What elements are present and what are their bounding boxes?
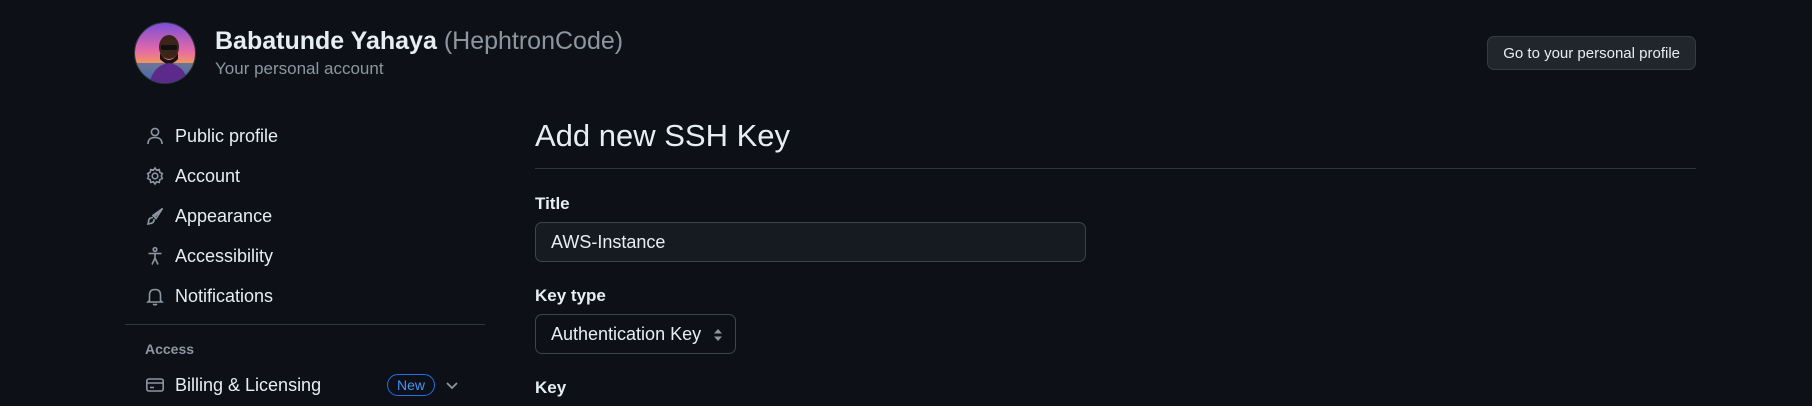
key-type-field-label: Key type — [535, 286, 606, 305]
title-input[interactable] — [535, 222, 1086, 262]
account-header: Babatunde Yahaya (HephtronCode) Your per… — [134, 22, 1696, 86]
account-subtitle: Your personal account — [215, 59, 384, 78]
credit-card-icon — [145, 375, 165, 395]
go-to-profile-button[interactable]: Go to your personal profile — [1487, 36, 1696, 70]
sidebar-item-label: Appearance — [175, 205, 273, 226]
account-handle: (HephtronCode) — [443, 27, 624, 55]
avatar[interactable] — [134, 22, 196, 84]
account-identity: Babatunde Yahaya (HephtronCode) Your per… — [215, 26, 623, 80]
sidebar-item-label: Account — [175, 165, 241, 186]
sidebar-item-label: Public profile — [175, 125, 279, 146]
main-content: Add new SSH Key Title Key type Authentic… — [535, 116, 1696, 397]
key-field-label: Key — [535, 378, 567, 397]
title-field-label: Title — [535, 194, 570, 213]
sidebar-item-billing[interactable]: Billing & Licensing New — [125, 365, 485, 405]
account-name: Babatunde Yahaya — [215, 27, 437, 55]
sidebar-section-heading: Access — [145, 341, 195, 357]
bell-icon — [145, 286, 165, 306]
avatar-image — [135, 23, 195, 83]
page-title-container: Add new SSH Key — [535, 116, 1696, 169]
new-badge: New — [387, 374, 436, 396]
sidebar-item-public-profile[interactable]: Public profile — [125, 116, 485, 156]
sidebar-item-label: Notifications — [175, 285, 274, 306]
sidebar-item-notifications[interactable]: Notifications — [125, 276, 485, 316]
gear-icon — [145, 166, 165, 186]
accessibility-icon — [145, 246, 165, 266]
select-arrows-icon — [714, 329, 723, 341]
sidebar-item-accessibility[interactable]: Accessibility — [125, 236, 485, 276]
person-icon — [145, 126, 165, 146]
chevron-down-icon[interactable] — [443, 376, 461, 394]
sidebar-item-appearance[interactable]: Appearance — [125, 196, 485, 236]
page-title: Add new SSH Key — [535, 118, 791, 153]
key-type-selected-value: Authentication Key — [551, 323, 702, 344]
paintbrush-icon — [145, 206, 165, 226]
key-type-select[interactable]: Authentication Key — [535, 314, 737, 354]
settings-sidebar: Public profile Account Appearance Access… — [125, 116, 485, 405]
sidebar-item-label: Billing & Licensing — [175, 374, 322, 395]
sidebar-divider — [125, 324, 485, 325]
account-name-line: Babatunde Yahaya (HephtronCode) — [215, 26, 623, 56]
sidebar-item-account[interactable]: Account — [125, 156, 485, 196]
sidebar-item-label: Accessibility — [175, 245, 274, 266]
